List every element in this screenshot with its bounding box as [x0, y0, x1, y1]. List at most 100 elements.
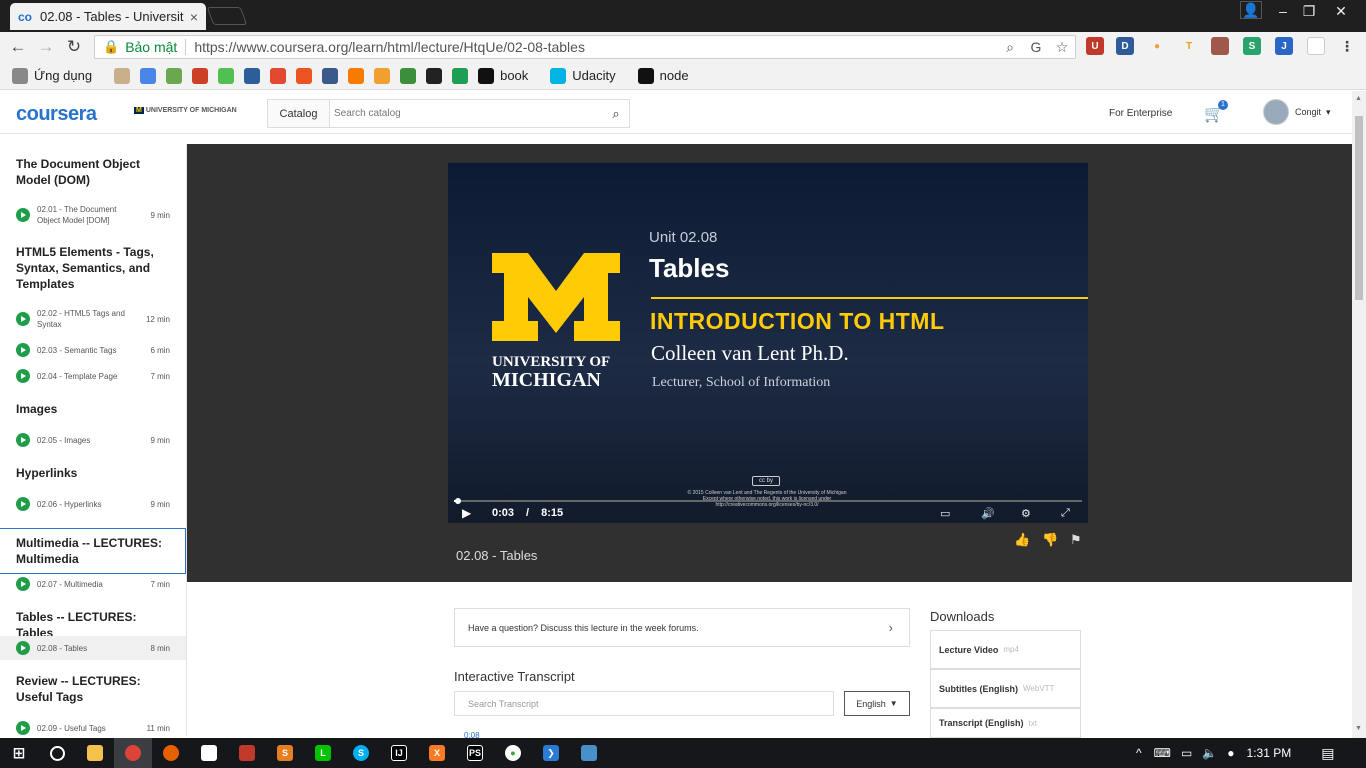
intellij-icon[interactable]: IJ: [380, 738, 418, 768]
bookmark-item[interactable]: [192, 67, 209, 84]
mail-icon[interactable]: [190, 738, 228, 768]
ublock-extension-icon[interactable]: U: [1086, 37, 1104, 55]
bookmark-item[interactable]: Udacity: [550, 67, 616, 84]
download-lecture-video[interactable]: Lecture Video mp4: [930, 630, 1081, 669]
download-transcript[interactable]: Transcript (English) txt: [930, 708, 1081, 738]
lecture-item[interactable]: 02.07 - Multimedia 7 min: [0, 572, 186, 596]
bookmark-item[interactable]: [400, 67, 417, 84]
section-title[interactable]: Hyperlinks: [16, 465, 176, 481]
lecture-item[interactable]: 02.05 - Images 9 min: [0, 428, 186, 452]
for-enterprise-link[interactable]: For Enterprise: [1109, 108, 1172, 119]
section-title-focused[interactable]: Multimedia -- LECTURES: Multimedia: [0, 528, 186, 574]
scroll-up-icon[interactable]: ▲: [1355, 95, 1362, 102]
s-extension-icon[interactable]: S: [1243, 37, 1261, 55]
bookmark-item[interactable]: [322, 67, 339, 84]
zoom-icon[interactable]: ⌕: [997, 39, 1023, 56]
chrome-taskbar-icon[interactable]: [114, 738, 152, 768]
coursera-logo[interactable]: coursera: [16, 103, 97, 126]
lecture-item[interactable]: 02.03 - Semantic Tags 6 min: [0, 338, 186, 362]
bookmark-item[interactable]: [452, 67, 469, 84]
tab-close-icon[interactable]: ×: [190, 9, 198, 25]
partner-logo[interactable]: M UNIVERSITY OF MICHIGAN: [134, 107, 237, 114]
bookmark-star-icon[interactable]: ☆: [1049, 39, 1075, 56]
bookmark-item[interactable]: [426, 67, 443, 84]
browser-tab-active[interactable]: co 02.08 - Tables - Universit ×: [10, 3, 206, 30]
action-center-icon[interactable]: ▤: [1321, 745, 1334, 762]
lecture-item[interactable]: 02.01 - The Document Object Model [DOM] 9…: [0, 203, 186, 227]
input-method-icon[interactable]: ⌨: [1154, 746, 1171, 760]
bookmark-item[interactable]: book: [478, 67, 528, 84]
page-scrollbar[interactable]: ▲ ▼: [1352, 91, 1366, 738]
chrome-menu-icon[interactable]: ⋮: [1338, 37, 1356, 55]
xampp-icon[interactable]: X: [418, 738, 456, 768]
bookmark-item[interactable]: [140, 67, 157, 84]
phpstorm-icon[interactable]: PS: [456, 738, 494, 768]
firefox-icon[interactable]: [152, 738, 190, 768]
bulb-extension-icon[interactable]: ●: [1148, 37, 1166, 55]
lecture-item-current[interactable]: 02.08 - Tables 8 min: [0, 636, 186, 660]
lecture-item[interactable]: 02.02 - HTML5 Tags and Syntax 12 min: [0, 307, 186, 331]
language-globe-icon[interactable]: ●: [1227, 746, 1234, 760]
scroll-down-icon[interactable]: ▼: [1355, 725, 1362, 732]
catalog-button[interactable]: Catalog: [267, 99, 329, 128]
catalog-search-input[interactable]: Search catalog ⌕: [329, 99, 630, 128]
download-subtitles[interactable]: Subtitles (English) WebVTT: [930, 669, 1081, 708]
back-button[interactable]: ←: [4, 33, 32, 61]
j-extension-icon[interactable]: J: [1275, 37, 1293, 55]
file-explorer-icon[interactable]: [76, 738, 114, 768]
forward-button[interactable]: →: [32, 33, 60, 61]
scrollbar-thumb[interactable]: [1355, 116, 1363, 300]
search-icon[interactable]: ⌕: [603, 106, 629, 122]
bookmark-item[interactable]: [244, 67, 261, 84]
robomongo-icon[interactable]: ●: [494, 738, 532, 768]
thumbs-up-icon[interactable]: 👍: [1014, 532, 1030, 548]
skype-icon[interactable]: S: [342, 738, 380, 768]
captions-icon[interactable]: ▭: [940, 507, 950, 520]
section-title[interactable]: The Document Object Model (DOM): [16, 156, 176, 188]
network-icon[interactable]: ▭: [1181, 746, 1192, 760]
profile-icon[interactable]: 👤: [1240, 1, 1262, 19]
section-title[interactable]: Images: [16, 401, 176, 417]
vscode-icon[interactable]: ❯: [532, 738, 570, 768]
fullscreen-icon[interactable]: ⤢: [1061, 507, 1070, 520]
section-title[interactable]: Review -- LECTURES: Useful Tags: [16, 673, 176, 705]
lecture-item[interactable]: 02.09 - Useful Tags 11 min: [0, 716, 186, 736]
reload-button[interactable]: ↻: [60, 33, 88, 61]
cart-icon[interactable]: 🛒 1: [1204, 100, 1228, 124]
bookmark-item[interactable]: node: [637, 67, 689, 84]
bookmark-item[interactable]: [114, 67, 131, 84]
speaker-icon[interactable]: 🔈: [1202, 746, 1217, 760]
lecture-item[interactable]: 02.04 - Template Page 7 min: [0, 364, 186, 388]
clock[interactable]: 1:31 PM: [1247, 746, 1292, 760]
start-button[interactable]: ⊞: [0, 738, 38, 768]
close-window-button[interactable]: ✕: [1326, 0, 1356, 22]
translate-icon[interactable]: G: [1023, 39, 1049, 55]
bookmark-item[interactable]: [218, 67, 235, 84]
bookmark-item[interactable]: [166, 67, 183, 84]
url-text[interactable]: https://www.coursera.org/learn/html/lect…: [194, 39, 997, 55]
transcript-search-input[interactable]: Search Transcript: [454, 691, 834, 716]
calculator-icon[interactable]: [228, 738, 266, 768]
thumbs-down-icon[interactable]: 👎: [1042, 532, 1058, 548]
bookmark-item[interactable]: [348, 67, 365, 84]
discussion-prompt[interactable]: Have a question? Discuss this lecture in…: [454, 608, 910, 647]
dot-extension-icon[interactable]: [1211, 37, 1229, 55]
restore-button[interactable]: ❐: [1296, 0, 1322, 22]
hammer-extension-icon[interactable]: T: [1180, 37, 1198, 55]
remote-desktop-icon[interactable]: [570, 738, 608, 768]
play-icon[interactable]: ▶: [462, 506, 488, 520]
cortana-icon[interactable]: [38, 738, 76, 768]
bookmark-item[interactable]: [296, 67, 313, 84]
new-tab-button[interactable]: [206, 7, 248, 25]
page-extension-icon[interactable]: [1307, 37, 1325, 55]
language-select[interactable]: English ▼: [844, 691, 910, 716]
sublime-icon[interactable]: S: [266, 738, 304, 768]
minimize-button[interactable]: –: [1270, 0, 1296, 22]
volume-icon[interactable]: 🔊: [981, 507, 995, 520]
settings-gear-icon[interactable]: ⚙: [1021, 507, 1031, 520]
video-player[interactable]: UNIVERSITY OF MICHIGAN Unit 02.08 Tables…: [448, 163, 1088, 523]
tray-expand-icon[interactable]: ^: [1136, 746, 1142, 760]
flag-icon[interactable]: ⚑: [1070, 532, 1082, 548]
d-extension-icon[interactable]: D: [1116, 37, 1134, 55]
lecture-item[interactable]: 02.06 - Hyperlinks 9 min: [0, 492, 186, 516]
